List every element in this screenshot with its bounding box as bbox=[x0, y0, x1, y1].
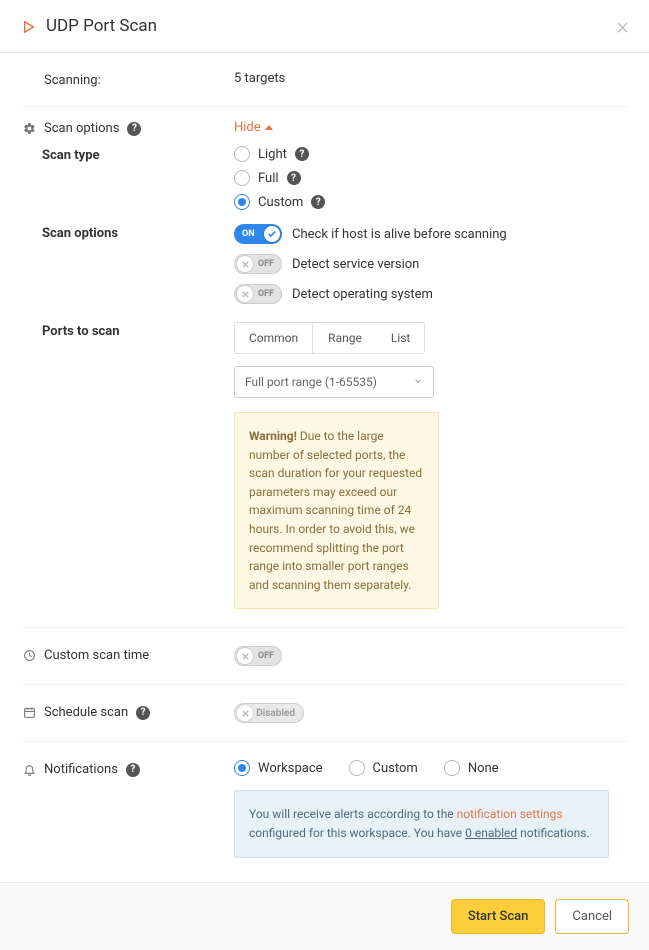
scan-options-sublabel: Scan options bbox=[22, 224, 234, 304]
scan-options-label: Scan options ? bbox=[22, 119, 234, 136]
notif-custom[interactable]: Custom bbox=[349, 760, 418, 776]
scan-type-custom[interactable]: Custom ? bbox=[234, 194, 627, 210]
scan-options-toggles: Scan options ON Check if host is alive b… bbox=[22, 224, 627, 304]
toggle-detect-service[interactable]: OFF bbox=[234, 254, 282, 274]
toggle-check-alive[interactable]: ON bbox=[234, 224, 282, 244]
radio-icon bbox=[234, 170, 250, 186]
scanning-row: Scanning: 5 targets bbox=[22, 53, 627, 106]
x-icon bbox=[237, 256, 253, 272]
notifications-label: Notifications bbox=[44, 762, 118, 777]
toggle-label: Detect operating system bbox=[292, 287, 433, 302]
chevron-down-icon bbox=[413, 375, 423, 389]
custom-scan-time-label: Custom scan time bbox=[44, 648, 149, 663]
notifications-info: You will receive alerts according to the… bbox=[234, 790, 609, 857]
play-icon bbox=[22, 19, 36, 33]
toggle-label: Check if host is alive before scanning bbox=[292, 227, 507, 242]
schedule-scan-label: Schedule scan bbox=[44, 705, 128, 720]
radio-icon bbox=[234, 146, 250, 162]
modal-title: UDP Port Scan bbox=[22, 16, 157, 36]
help-icon[interactable]: ? bbox=[127, 122, 141, 136]
cancel-button[interactable]: Cancel bbox=[555, 899, 629, 934]
radio-icon bbox=[234, 760, 250, 776]
calendar-icon bbox=[22, 706, 36, 719]
close-icon[interactable]: × bbox=[616, 14, 629, 38]
tab-common[interactable]: Common bbox=[235, 323, 313, 353]
tab-range[interactable]: Range bbox=[313, 323, 376, 353]
ports-to-scan-row: Ports to scan Common Range List Full por… bbox=[22, 322, 627, 609]
help-icon[interactable]: ? bbox=[126, 763, 140, 777]
help-icon[interactable]: ? bbox=[136, 706, 150, 720]
custom-scan-time-row: Custom scan time OFF bbox=[22, 627, 627, 684]
ports-label: Ports to scan bbox=[22, 322, 234, 609]
toggle-detect-os[interactable]: OFF bbox=[234, 284, 282, 304]
schedule-scan-row: Schedule scan ? Disabled bbox=[22, 684, 627, 741]
scan-options-section: Scan options ? Hide Scan type Lig bbox=[22, 106, 627, 627]
scanning-value: 5 targets bbox=[234, 71, 627, 86]
modal-footer: Start Scan Cancel bbox=[0, 882, 649, 950]
notif-none[interactable]: None bbox=[444, 760, 499, 776]
modal-title-text: UDP Port Scan bbox=[46, 16, 157, 36]
scanning-label: Scanning: bbox=[22, 71, 234, 88]
modal-body: Scanning: 5 targets Scan options ? Hide bbox=[0, 53, 649, 882]
help-icon[interactable]: ? bbox=[287, 171, 301, 185]
help-icon[interactable]: ? bbox=[295, 147, 309, 161]
ports-tabs: Common Range List bbox=[234, 322, 425, 354]
port-range-select[interactable]: Full port range (1-65535) bbox=[234, 366, 434, 398]
scan-type-label: Scan type bbox=[22, 146, 234, 218]
notifications-row: Notifications ? Workspace Custom None bbox=[22, 741, 627, 861]
notif-workspace[interactable]: Workspace bbox=[234, 760, 323, 776]
x-icon bbox=[237, 648, 253, 664]
toggle-label: Detect service version bbox=[292, 257, 419, 272]
help-icon[interactable]: ? bbox=[311, 195, 325, 209]
scan-type-light[interactable]: Light ? bbox=[234, 146, 627, 162]
toggle-custom-scan-time[interactable]: OFF bbox=[234, 646, 282, 666]
start-scan-button[interactable]: Start Scan bbox=[451, 899, 546, 934]
radio-icon bbox=[349, 760, 365, 776]
udp-port-scan-modal: UDP Port Scan × Scanning: 5 targets Scan… bbox=[0, 0, 649, 950]
scan-type-row: Scan type Light ? Full ? Custom bbox=[22, 146, 627, 218]
clock-icon bbox=[22, 649, 36, 662]
radio-icon bbox=[444, 760, 460, 776]
warning-box: Warning! Due to the large number of sele… bbox=[234, 412, 439, 609]
enabled-count-link[interactable]: 0 enabled bbox=[465, 826, 517, 840]
check-icon bbox=[264, 226, 280, 242]
modal-header: UDP Port Scan × bbox=[0, 0, 649, 53]
tab-list[interactable]: List bbox=[376, 323, 425, 353]
bell-icon bbox=[22, 763, 36, 776]
toggle-schedule-scan[interactable]: Disabled bbox=[234, 703, 304, 723]
x-icon bbox=[237, 705, 253, 721]
scan-type-full[interactable]: Full ? bbox=[234, 170, 627, 186]
x-icon bbox=[237, 286, 253, 302]
caret-up-icon bbox=[265, 125, 273, 130]
radio-icon bbox=[234, 194, 250, 210]
gear-icon bbox=[22, 122, 36, 135]
notification-settings-link[interactable]: notification settings bbox=[457, 807, 563, 821]
hide-toggle[interactable]: Hide bbox=[234, 120, 273, 135]
